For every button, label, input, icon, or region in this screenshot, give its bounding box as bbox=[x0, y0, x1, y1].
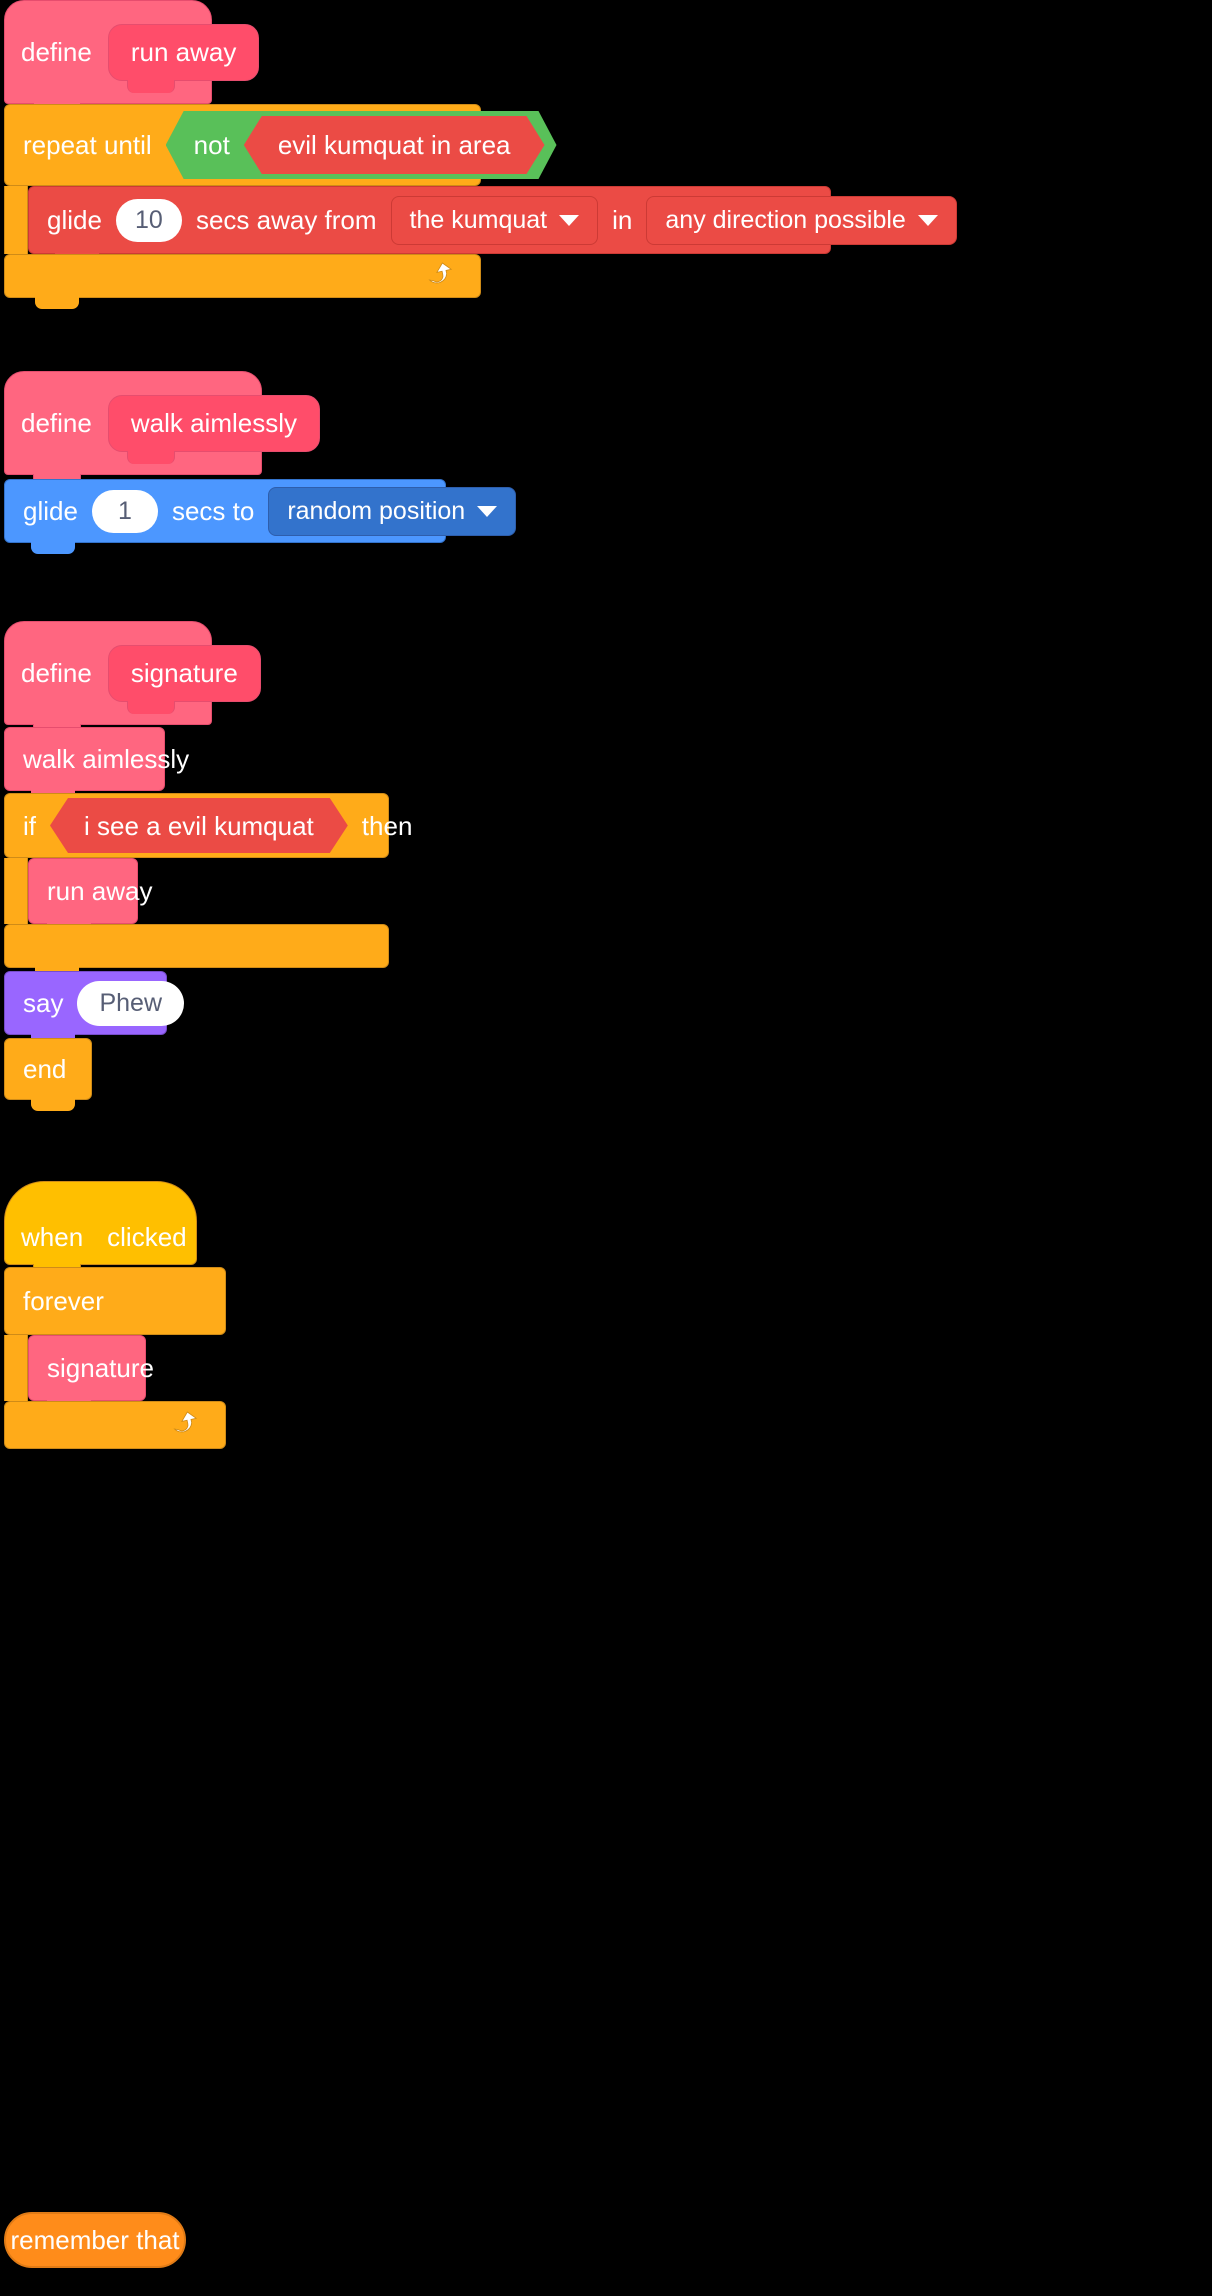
define-hat-signature[interactable]: define signature bbox=[4, 621, 261, 737]
loop-arrow-icon bbox=[173, 1411, 198, 1433]
glide-secs-input[interactable]: 10 bbox=[115, 198, 182, 242]
repeat-until-body: glide 10 secs away from the kumquat in a… bbox=[4, 186, 957, 265]
direction-value: any direction possible bbox=[665, 205, 906, 234]
forever-header[interactable]: forever bbox=[4, 1267, 226, 1335]
forever-label: forever bbox=[23, 1286, 104, 1316]
say-label: say bbox=[23, 988, 64, 1018]
secs-to-label: secs to bbox=[171, 496, 255, 526]
define-keyword: define bbox=[21, 658, 92, 688]
remember-that-label: remember that bbox=[10, 2224, 180, 2255]
glide-label: glide bbox=[47, 205, 102, 235]
glide-target-dropdown[interactable]: random position bbox=[268, 486, 517, 536]
clicked-label: clicked bbox=[107, 1222, 187, 1252]
not-label: not bbox=[193, 130, 230, 160]
not-operator[interactable]: not evil kumquat in area bbox=[166, 111, 557, 179]
from-target-dropdown[interactable]: the kumquat bbox=[390, 195, 599, 245]
chevron-down-icon bbox=[477, 505, 498, 517]
call-label: signature bbox=[47, 1353, 154, 1383]
repeat-until-block[interactable]: repeat until not evil kumquat in area gl… bbox=[4, 104, 957, 309]
forever-body: signature bbox=[4, 1335, 226, 1412]
define-hat-walk-aimlessly[interactable]: define walk aimlessly bbox=[4, 371, 320, 487]
when-label: when bbox=[21, 1222, 84, 1252]
remember-that-button[interactable]: remember that bbox=[4, 2212, 186, 2268]
i-see-a-evil-kumquat-boolean[interactable]: i see a evil kumquat bbox=[50, 798, 348, 853]
chevron-down-icon bbox=[559, 214, 580, 226]
call-signature-block[interactable]: signature bbox=[28, 1335, 154, 1412]
if-then-footer[interactable] bbox=[4, 924, 389, 979]
from-target-value: the kumquat bbox=[409, 205, 548, 234]
procedure-label: run away bbox=[130, 36, 237, 67]
secs-away-from-label: secs away from bbox=[195, 205, 377, 235]
in-label: in bbox=[612, 205, 633, 235]
block-workspace[interactable]: define run away repeat until not evil ku… bbox=[0, 0, 1212, 2296]
forever-footer[interactable] bbox=[4, 1401, 226, 1449]
repeat-until-label: repeat until bbox=[23, 130, 152, 160]
if-then-block[interactable]: if i see a evil kumquat then run away bbox=[4, 793, 412, 979]
call-walk-aimlessly-block[interactable]: walk aimlessly bbox=[4, 727, 189, 802]
define-hat-run-away[interactable]: define run away bbox=[4, 0, 260, 116]
direction-dropdown[interactable]: any direction possible bbox=[646, 195, 957, 245]
glide-label: glide bbox=[23, 496, 78, 526]
prototype-notch bbox=[126, 79, 175, 93]
if-label: if bbox=[23, 810, 36, 841]
then-label: then bbox=[361, 810, 413, 841]
procedure-label: signature bbox=[130, 657, 238, 688]
if-then-header[interactable]: if i see a evil kumquat then bbox=[4, 793, 412, 858]
prototype-notch bbox=[126, 700, 175, 714]
procedure-prototype-walk-aimlessly[interactable]: walk aimlessly bbox=[107, 394, 320, 464]
say-block[interactable]: say Phew bbox=[4, 971, 185, 1046]
loop-arrow-icon bbox=[428, 262, 453, 284]
end-label: end bbox=[23, 1054, 67, 1084]
call-label: walk aimlessly bbox=[23, 744, 190, 774]
procedure-label: walk aimlessly bbox=[130, 407, 297, 438]
procedure-prototype-signature[interactable]: signature bbox=[107, 644, 261, 714]
say-message-input[interactable]: Phew bbox=[77, 980, 185, 1026]
glide-target-value: random position bbox=[287, 496, 466, 525]
procedure-prototype-run-away[interactable]: run away bbox=[107, 23, 260, 93]
c-left-spine bbox=[4, 1335, 28, 1401]
boolean-label: i see a evil kumquat bbox=[84, 810, 314, 841]
call-run-away-block[interactable]: run away bbox=[28, 858, 153, 935]
forever-block[interactable]: forever signature bbox=[4, 1267, 226, 1449]
c-left-spine bbox=[4, 858, 28, 924]
end-block[interactable]: end bbox=[4, 1038, 92, 1111]
c-left-spine bbox=[4, 186, 28, 254]
glide-secs-away-from-block[interactable]: glide 10 secs away from the kumquat in a… bbox=[28, 186, 957, 265]
when-flag-clicked-hat[interactable]: when clicked bbox=[4, 1181, 197, 1277]
block-bump bbox=[31, 1099, 75, 1111]
define-keyword: define bbox=[21, 408, 92, 438]
chevron-down-icon bbox=[917, 214, 938, 226]
define-keyword: define bbox=[21, 37, 92, 67]
block-bump bbox=[31, 542, 75, 554]
repeat-until-header[interactable]: repeat until not evil kumquat in area bbox=[4, 104, 481, 186]
call-label: run away bbox=[47, 876, 153, 906]
if-then-body: run away bbox=[4, 858, 389, 935]
evil-kumquat-in-area-boolean[interactable]: evil kumquat in area bbox=[244, 116, 545, 174]
boolean-label: evil kumquat in area bbox=[277, 130, 511, 160]
block-bump bbox=[35, 297, 79, 309]
repeat-until-footer[interactable] bbox=[4, 254, 481, 309]
glide-secs-input[interactable]: 1 bbox=[91, 489, 158, 533]
prototype-notch bbox=[126, 450, 175, 464]
glide-secs-to-block[interactable]: glide 1 secs to random position bbox=[4, 479, 517, 554]
